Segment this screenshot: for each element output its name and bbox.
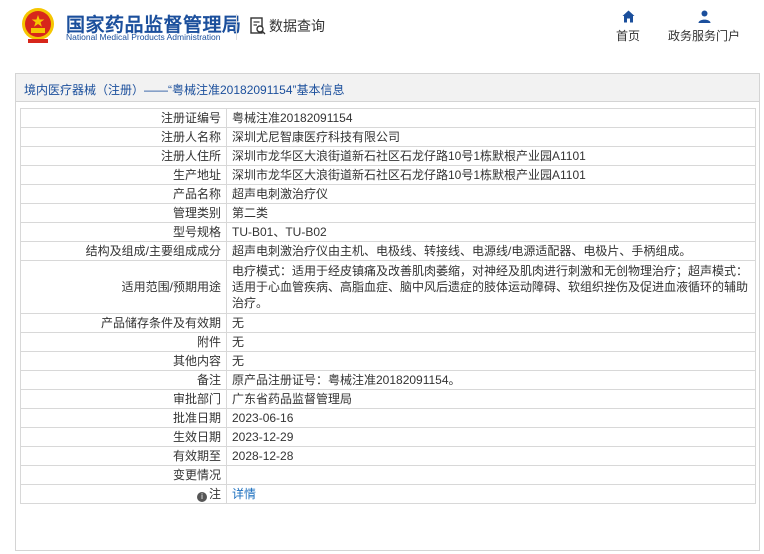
field-value: TU-B01、TU-B02 xyxy=(226,222,756,242)
field-value: 详情 xyxy=(226,484,756,504)
table-row: i注 详情 xyxy=(20,484,756,504)
field-label: 产品储存条件及有效期 xyxy=(20,313,227,333)
field-label: 型号规格 xyxy=(20,222,227,242)
field-value: 无 xyxy=(226,332,756,352)
field-label: 适用范围/预期用途 xyxy=(20,260,227,314)
site-header: 国家药品监督管理局 National Medical Products Admi… xyxy=(0,0,764,60)
field-value: 无 xyxy=(226,313,756,333)
table-row: 注册人名称 深圳尤尼智康医疗科技有限公司 xyxy=(20,127,756,147)
table-row: 产品储存条件及有效期无 xyxy=(20,313,756,333)
detail-table: 注册证编号 粤械注准20182091154 注册人名称 深圳尤尼智康医疗科技有限公司… xyxy=(20,108,756,504)
field-label: 备注 xyxy=(20,370,227,390)
field-value: 电疗模式：适用于经皮镇痛及改善肌肉萎缩，对神经及肌肉进行刺激和无创物理治疗；超声… xyxy=(226,260,756,314)
table-row: 其他内容无 xyxy=(20,351,756,371)
info-icon: i xyxy=(196,492,207,502)
field-label: 注册人住所 xyxy=(20,146,227,166)
table-row: 适用范围/预期用途 电疗模式：适用于经皮镇痛及改善肌肉萎缩，对神经及肌肉进行刺激和… xyxy=(20,260,756,314)
brand-name-en: National Medical Products Administration xyxy=(66,32,221,42)
field-label: 产品名称 xyxy=(20,184,227,204)
field-label-note: i注 xyxy=(20,484,227,504)
panel-title: 境内医疗器械（注册）——“粤械注准20182091154”基本信息 xyxy=(16,74,759,102)
field-value: 深圳市龙华区大浪街道新石社区石龙仔路10号1栋默根产业园A1101 xyxy=(226,146,756,166)
table-row: 备注 原产品注册证号：粤械注准20182091154。 xyxy=(20,370,756,390)
details-link[interactable]: 详情 xyxy=(232,487,256,501)
field-label: 管理类别 xyxy=(20,203,227,223)
table-row: 生产地址 深圳市龙华区大浪街道新石社区石龙仔路10号1栋默根产业园A1101 xyxy=(20,165,756,185)
field-value: 第二类 xyxy=(226,203,756,223)
field-label: 有效期至 xyxy=(20,446,227,466)
field-value xyxy=(226,465,756,485)
nav-home-label: 首页 xyxy=(615,29,640,43)
field-label: 注册人名称 xyxy=(20,127,227,147)
field-value: 2023-12-29 xyxy=(226,427,756,447)
nav-service-portal-label: 政务服务门户 xyxy=(667,29,740,43)
detail-panel: 境内医疗器械（注册）——“粤械注准20182091154”基本信息 注册证编号粤… xyxy=(15,73,760,551)
field-value: 2023-06-16 xyxy=(226,408,756,428)
field-value: 2028-12-28 xyxy=(226,446,756,466)
table-row: 批准日期 2023-06-16 xyxy=(20,408,756,428)
field-label: 审批部门 xyxy=(20,389,227,409)
table-row: 型号规格 TU-B01、TU-B02 xyxy=(20,222,756,242)
table-row: 变更情况 xyxy=(20,465,756,485)
field-value: 广东省药品监督管理局 xyxy=(226,389,756,409)
field-value: 超声电刺激治疗仪由主机、电极线、转接线、电源线/电源适配器、电极片、手柄组成。 xyxy=(226,241,756,261)
home-icon xyxy=(622,10,634,23)
user-icon xyxy=(698,10,710,23)
field-label: 附件 xyxy=(20,332,227,352)
field-label: 变更情况 xyxy=(20,465,227,485)
national-emblem-icon[interactable] xyxy=(20,6,56,46)
table-row: 注册证编号 粤械注准20182091154 xyxy=(20,108,756,128)
table-row: 产品名称 超声电刺激治疗仪 xyxy=(20,184,756,204)
field-label: 批准日期 xyxy=(20,408,227,428)
table-row: 附件无 xyxy=(20,332,756,352)
field-value: 深圳尤尼智康医疗科技有限公司 xyxy=(226,127,756,147)
field-label: 结构及组成/主要组成成分 xyxy=(20,241,227,261)
note-label: 注 xyxy=(208,487,221,501)
field-label: 生产地址 xyxy=(20,165,227,185)
field-label: 注册证编号 xyxy=(20,108,227,128)
table-row: 生效日期 2023-12-29 xyxy=(20,427,756,447)
nav-home[interactable]: 首页 xyxy=(610,10,646,44)
nav-service-portal[interactable]: 政务服务门户 xyxy=(664,10,744,44)
field-value: 原产品注册证号：粤械注准20182091154。 xyxy=(226,370,756,390)
field-value: 超声电刺激治疗仪 xyxy=(226,184,756,204)
table-row: 管理类别 第二类 xyxy=(20,203,756,223)
field-label: 其他内容 xyxy=(20,351,227,371)
field-value: 深圳市龙华区大浪街道新石社区石龙仔路10号1栋默根产业园A1101 xyxy=(226,165,756,185)
data-query-label: 数据查询 xyxy=(269,18,325,34)
table-row: 有效期至 2028-12-28 xyxy=(20,446,756,466)
field-value: 粤械注准20182091154 xyxy=(226,108,756,128)
table-row: 注册人住所 深圳市龙华区大浪街道新石社区石龙仔路10号1栋默根产业园A1101 xyxy=(20,146,756,166)
table-row: 结构及组成/主要组成成分 超声电刺激治疗仪由主机、电极线、转接线、电源线/电源适配… xyxy=(20,241,756,261)
data-query-link[interactable]: 数据查询 xyxy=(250,16,325,36)
header-divider xyxy=(236,14,237,40)
field-label: 生效日期 xyxy=(20,427,227,447)
field-value: 无 xyxy=(226,351,756,371)
data-query-icon xyxy=(250,17,266,35)
table-row: 审批部门 广东省药品监督管理局 xyxy=(20,389,756,409)
